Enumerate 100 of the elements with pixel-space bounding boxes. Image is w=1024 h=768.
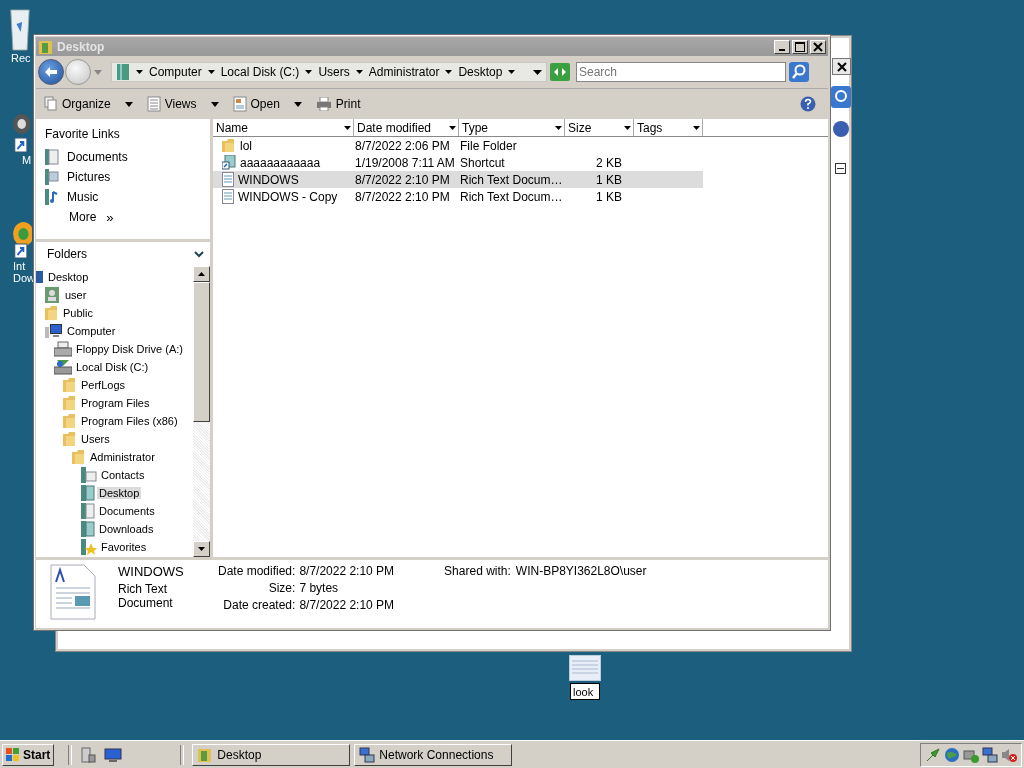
column-header[interactable]: Name: [213, 119, 354, 136]
tree-item[interactable]: Program Files (x86): [79, 415, 180, 427]
property-label: Size:: [267, 581, 296, 595]
network-computers-icon[interactable]: [982, 746, 998, 763]
maximize-icon: [795, 41, 805, 52]
table-cell: 1/19/2008 7:11 AM: [355, 155, 455, 170]
tree-item[interactable]: PerfLogs: [79, 379, 128, 391]
tree-item[interactable]: Contacts: [99, 469, 147, 481]
breadcrumb-item[interactable]: Desktop: [458, 65, 503, 79]
dropdown-arrow-icon: [124, 101, 133, 107]
globe-icon[interactable]: [944, 746, 960, 763]
desktop-icon: [36, 270, 44, 284]
desktop-icon-label: Int: [13, 260, 26, 272]
windows-logo-icon: [6, 747, 20, 762]
breadcrumb-item[interactable]: Computer: [149, 65, 202, 79]
folder-icon: [38, 38, 54, 55]
property-label: Date created:: [222, 598, 296, 612]
drive-icon: [54, 341, 72, 357]
file-row[interactable]: WINDOWS 8/7/2022 2:10 PM Rich Text Docum… 1 KB: [213, 171, 703, 188]
tree-item[interactable]: Administrator: [88, 451, 157, 463]
folder-icon: [63, 413, 77, 429]
column-header[interactable]: Tags: [634, 119, 703, 136]
more-link[interactable]: More »: [45, 207, 210, 227]
tree-item[interactable]: Documents: [97, 505, 157, 517]
tree-item[interactable]: Local Disk (C:): [74, 361, 151, 373]
favorite-link[interactable]: Documents: [45, 147, 210, 167]
search-field[interactable]: Search: [576, 62, 786, 82]
property-value: 8/7/2022 2:10 PM: [299, 564, 395, 578]
close-button[interactable]: [832, 58, 851, 75]
property-value: 8/7/2022 2:10 PM: [299, 598, 395, 612]
refresh-icon[interactable]: [550, 63, 570, 81]
toolbar-button[interactable]: Print: [313, 95, 367, 113]
column-header[interactable]: Date modified: [354, 119, 459, 136]
caret-icon[interactable]: [305, 70, 313, 74]
taskbar-button[interactable]: Network Connections: [354, 743, 513, 766]
scroll-thumb[interactable]: [193, 282, 210, 422]
caret-icon[interactable]: [508, 70, 516, 74]
toolbar-button[interactable]: Views: [144, 94, 225, 114]
tree-item[interactable]: Desktop: [97, 487, 142, 499]
dropdown-arrow-icon[interactable]: [533, 69, 542, 75]
tree-item[interactable]: Favorites: [99, 541, 149, 553]
caret-icon[interactable]: [207, 70, 215, 74]
tree-item[interactable]: Public: [61, 307, 95, 319]
monitor-icon[interactable]: [104, 746, 123, 763]
server-icon[interactable]: [80, 746, 97, 763]
document-icon: [232, 96, 247, 112]
maximize-button[interactable]: [792, 39, 808, 54]
search-icon[interactable]: [831, 86, 851, 108]
dropdown-arrow-icon: [293, 101, 302, 107]
list-view-icon: [146, 96, 161, 112]
folders-header[interactable]: Folders: [36, 239, 210, 266]
tree-item[interactable]: Program Files: [79, 397, 152, 409]
taskbar-button[interactable]: Desktop: [192, 743, 351, 766]
folder-icon: [72, 449, 86, 465]
toolbar-button[interactable]: Organize: [42, 94, 139, 114]
caret-icon[interactable]: [445, 70, 453, 74]
address-bar[interactable]: Computer Local Disk (C:) Users Administrator Desktop: [111, 62, 547, 82]
caret-icon[interactable]: [136, 70, 143, 74]
tree-item[interactable]: Floppy Disk Drive (A:): [74, 343, 185, 355]
breadcrumb-item[interactable]: Local Disk (C:): [220, 65, 300, 79]
file-row[interactable]: WINDOWS - Copy 8/7/2022 2:10 PM Rich Text Docum… 1 KB: [213, 188, 703, 205]
file-row[interactable]: lol 8/7/2022 2:06 PM File Folder: [213, 137, 703, 154]
table-cell: 1 KB: [596, 172, 622, 187]
breadcrumb-item[interactable]: Users: [318, 65, 350, 79]
scrollbar[interactable]: [193, 266, 210, 557]
table-cell: 8/7/2022 2:10 PM: [355, 172, 450, 187]
breadcrumb-item[interactable]: Administrator: [368, 65, 440, 79]
dropdown-arrow-icon: [210, 101, 219, 107]
folder-icon: [63, 377, 77, 393]
back-button[interactable]: [38, 59, 64, 85]
tree-item[interactable]: Downloads: [97, 523, 156, 535]
minimize-button[interactable]: [774, 39, 790, 54]
table-cell: 1 KB: [596, 189, 622, 204]
file-row[interactable]: aaaaaaaaaaaa 1/19/2008 7:11 AM Shortcut 2 KB: [213, 154, 703, 171]
start-button[interactable]: Start: [2, 743, 55, 766]
table-cell: File Folder: [460, 138, 517, 153]
tree-item[interactable]: user: [63, 289, 89, 301]
column-header[interactable]: Size: [565, 119, 634, 136]
network-activity-icon[interactable]: [925, 746, 941, 763]
back-arrow-icon: [44, 66, 58, 78]
network-icon: [359, 746, 376, 763]
scroll-down-button[interactable]: [193, 541, 210, 557]
tree-item[interactable]: Computer: [65, 325, 118, 337]
scroll-up-button[interactable]: [193, 266, 210, 282]
column-header[interactable]: Type: [459, 119, 565, 136]
tree-item[interactable]: Desktop: [46, 271, 91, 283]
toolbar-button[interactable]: Open: [230, 94, 308, 114]
favorite-link[interactable]: Music: [45, 187, 210, 207]
section-title: Favorite Links: [45, 127, 121, 141]
search-icon[interactable]: [789, 62, 809, 82]
muted-speaker-icon[interactable]: [1001, 746, 1017, 763]
drive-icon: [54, 359, 72, 375]
tree-item[interactable]: Users: [79, 433, 112, 445]
recycle-bin-icon[interactable]: [8, 6, 32, 52]
table-cell: Shortcut: [460, 155, 505, 170]
user-icon: [45, 287, 61, 303]
collapse-icon[interactable]: [835, 163, 846, 174]
caret-icon[interactable]: [355, 70, 363, 74]
rename-field[interactable]: look: [570, 683, 600, 700]
favorite-link[interactable]: Pictures: [45, 167, 210, 187]
